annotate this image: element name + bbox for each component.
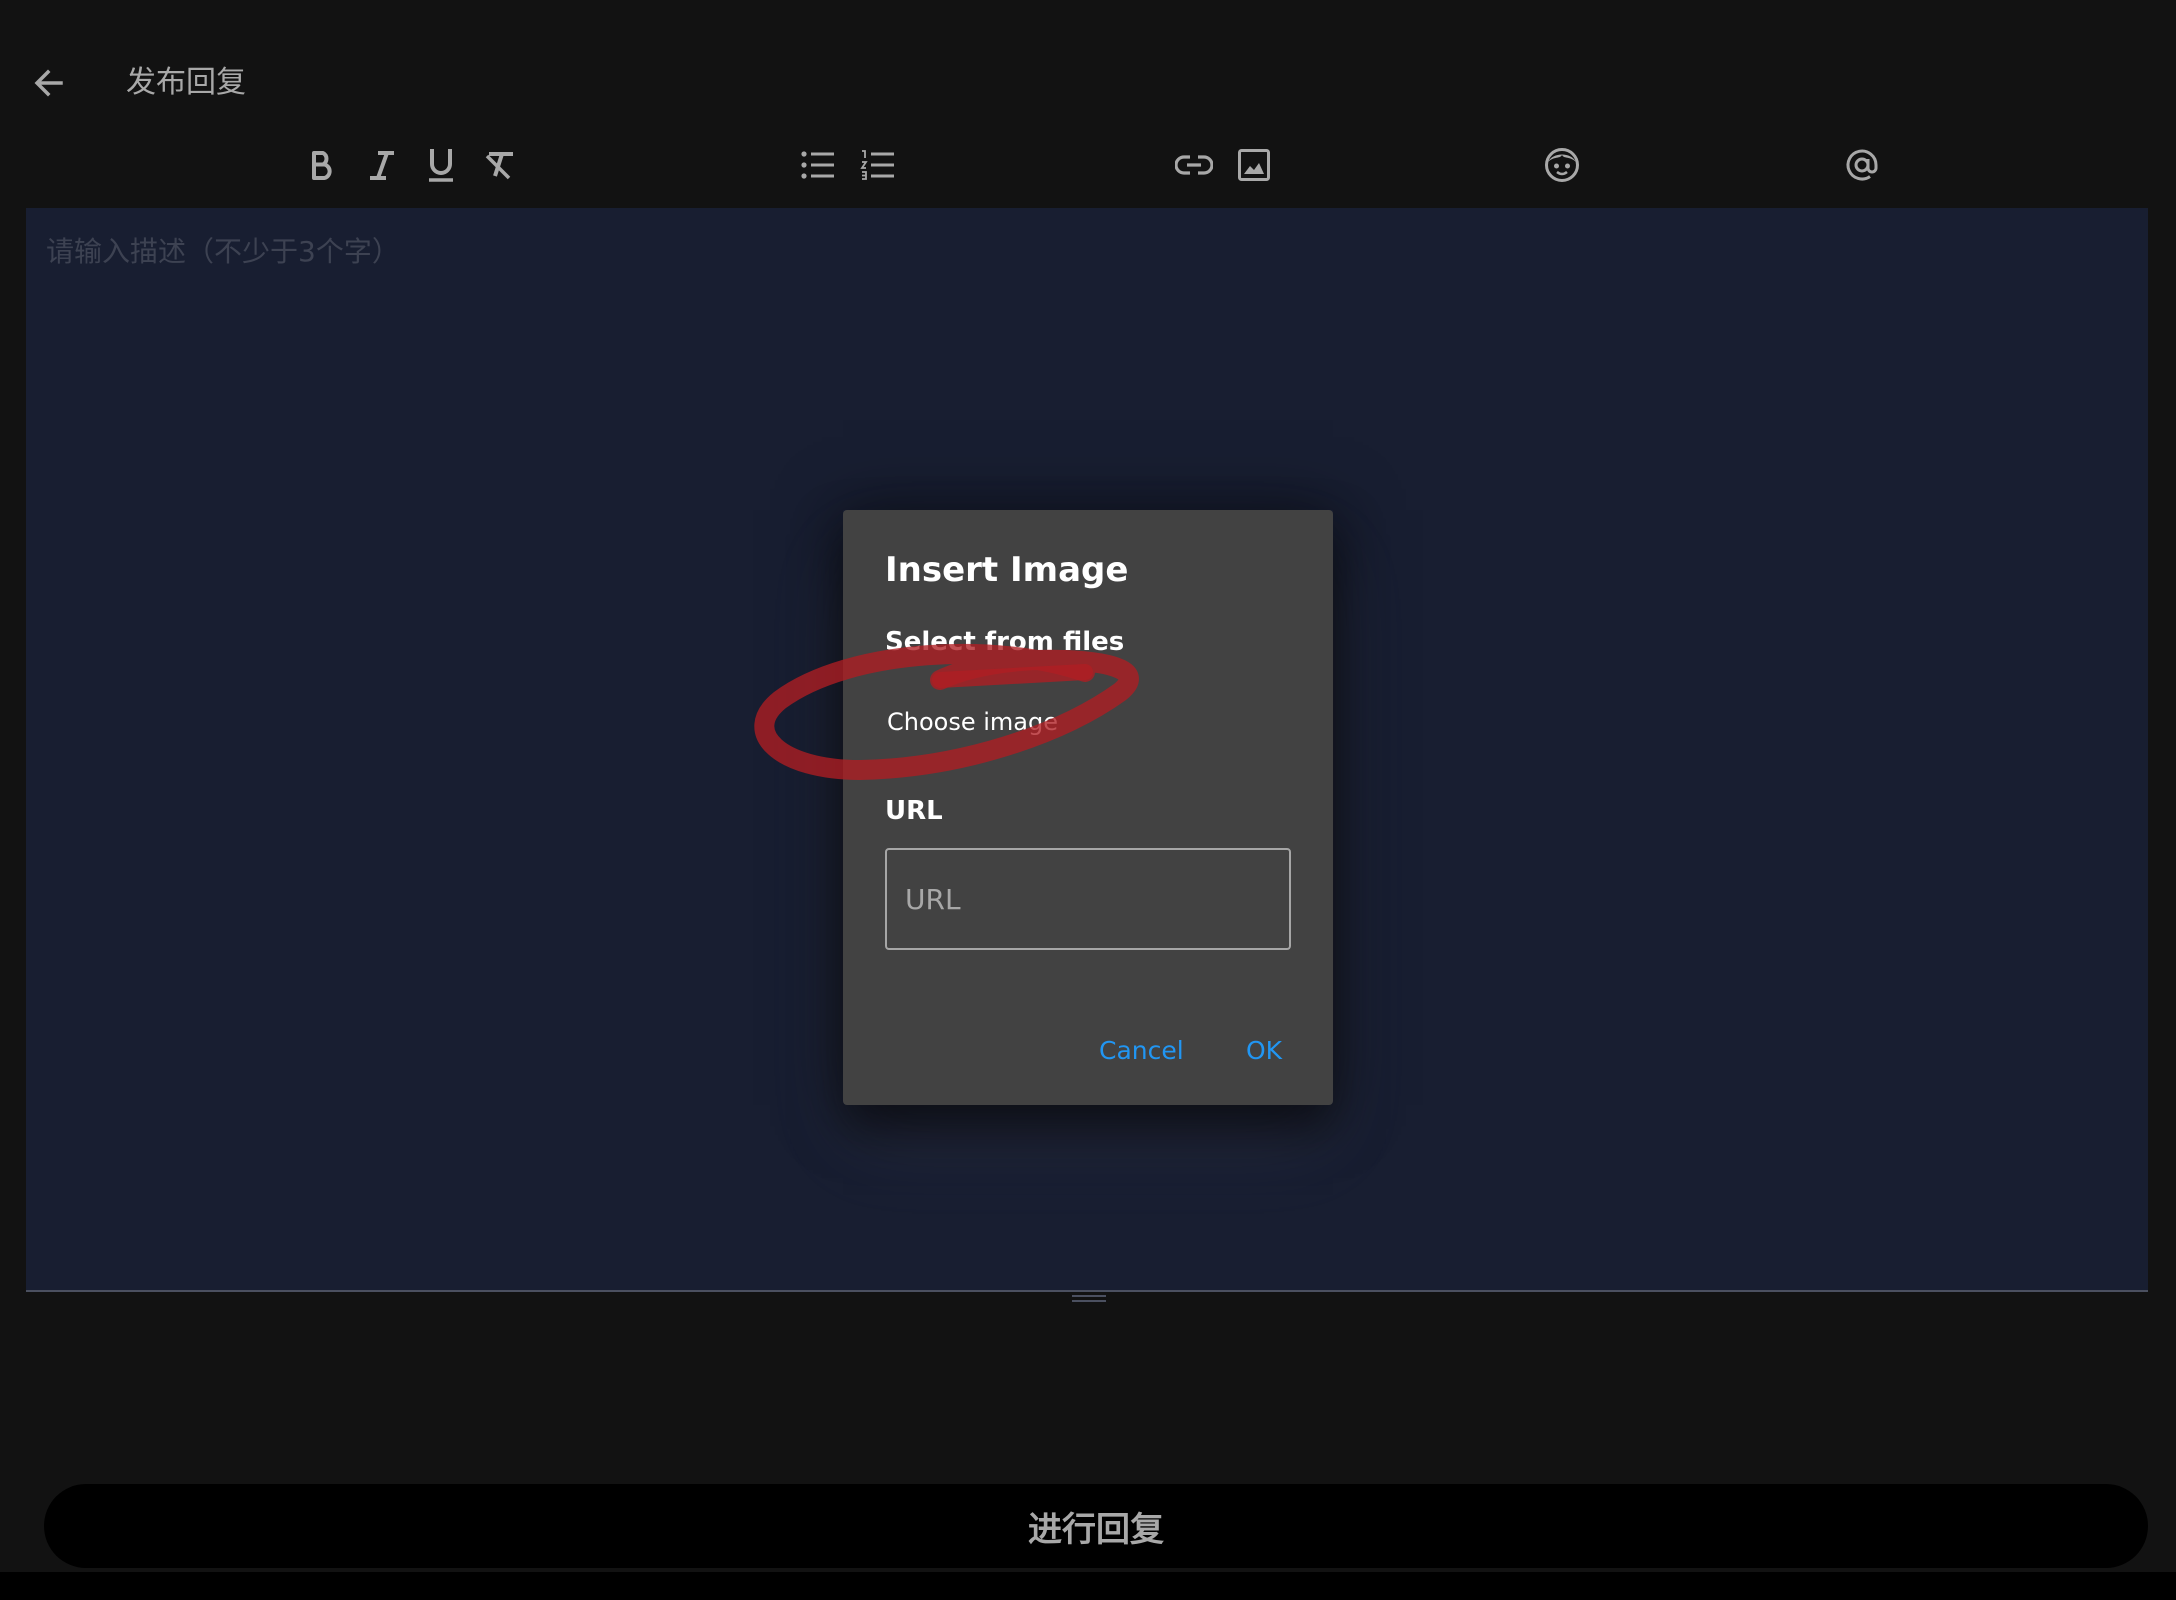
page-title: 发布回复 xyxy=(126,65,246,100)
app-header: 发布回复 xyxy=(0,0,2176,130)
url-input[interactable] xyxy=(885,848,1291,950)
mention-button[interactable] xyxy=(1840,140,1884,190)
clear-format-icon xyxy=(485,152,513,180)
arrow-left-icon xyxy=(34,69,63,97)
underline-icon xyxy=(429,149,453,182)
submit-reply-button[interactable]: 进行回复 xyxy=(44,1484,2148,1568)
clear-format-button[interactable] xyxy=(478,140,522,190)
bold-icon xyxy=(312,151,332,180)
emoji-button[interactable] xyxy=(1540,140,1584,190)
at-mention-icon xyxy=(1846,149,1878,181)
link-icon xyxy=(1175,155,1213,175)
link-button[interactable] xyxy=(1172,140,1216,190)
choose-image-button[interactable]: Choose image xyxy=(877,696,1068,748)
select-from-files-label: Select from files xyxy=(885,627,1125,657)
system-bottom-bar xyxy=(0,1572,2176,1600)
cancel-button[interactable]: Cancel xyxy=(1099,1026,1184,1074)
insert-image-dialog: Insert Image Select from files Choose im… xyxy=(843,510,1333,1105)
bold-button[interactable] xyxy=(300,140,344,190)
bullet-list-icon xyxy=(801,151,834,179)
ok-button[interactable]: OK xyxy=(1246,1026,1282,1074)
numbered-list-button[interactable] xyxy=(856,140,900,190)
numbered-list-icon xyxy=(860,150,894,180)
editor-placeholder: 请输入描述（不少于3个字） xyxy=(46,235,400,268)
italic-icon xyxy=(370,151,394,180)
italic-button[interactable] xyxy=(360,140,404,190)
underline-button[interactable] xyxy=(419,140,463,190)
back-button[interactable] xyxy=(26,60,72,106)
insert-image-button[interactable] xyxy=(1232,140,1276,190)
app-root: 发布回复 请输入描述（不少于3个字） Insert Image Select f… xyxy=(0,0,2176,1600)
editor-resize-handle[interactable] xyxy=(1072,1292,1106,1306)
dialog-title: Insert Image xyxy=(885,550,1129,590)
image-icon xyxy=(1238,149,1270,181)
emoji-icon xyxy=(1545,148,1579,182)
format-toolbar xyxy=(0,140,2176,190)
bullet-list-button[interactable] xyxy=(796,140,840,190)
url-label: URL xyxy=(885,796,943,826)
